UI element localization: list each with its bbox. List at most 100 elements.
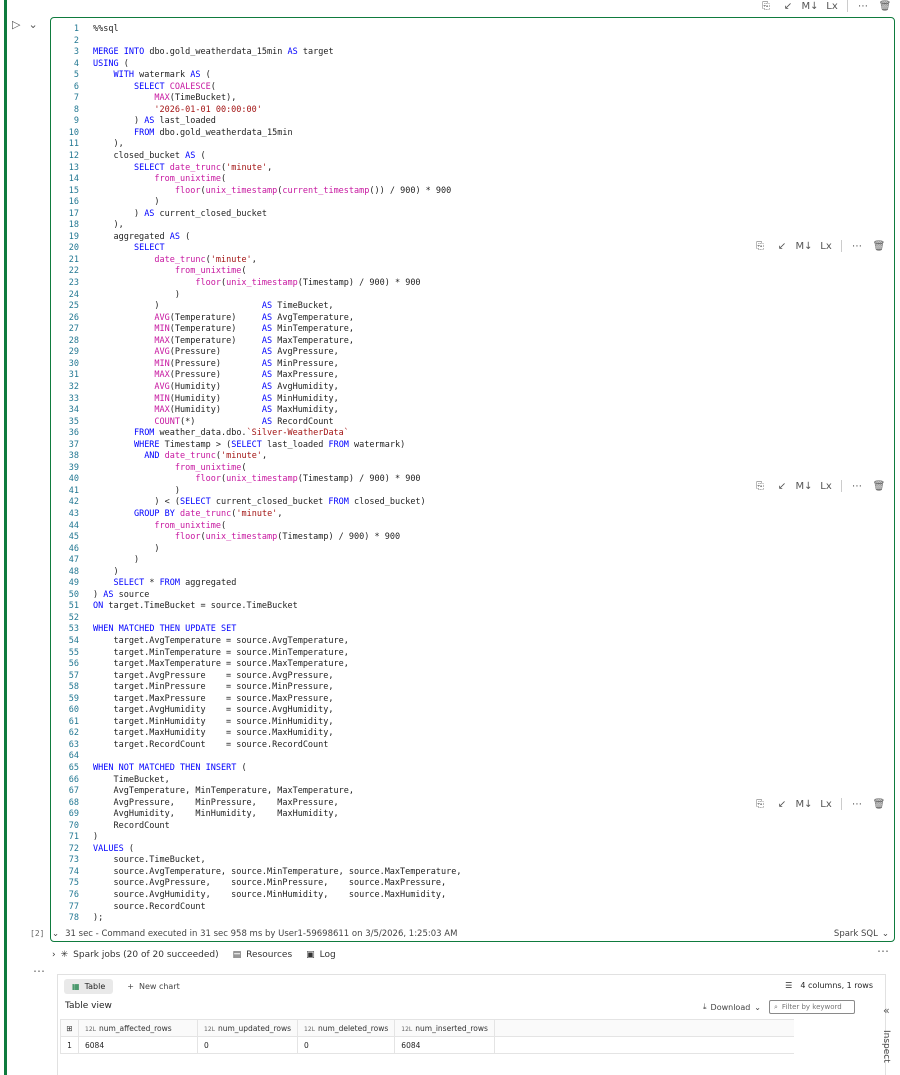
code-text[interactable]: WITH watermark AS ( xyxy=(93,70,210,82)
code-text[interactable]: target.MaxPressure = source.MaxPressure, xyxy=(93,694,333,706)
code-text[interactable]: ); xyxy=(93,913,103,925)
code-text[interactable]: target.AvgHumidity = source.AvgHumidity, xyxy=(93,705,333,717)
code-text[interactable]: SELECT date_trunc('minute', xyxy=(93,163,272,175)
code-text[interactable]: target.MinHumidity = source.MinHumidity, xyxy=(93,717,333,729)
code-line[interactable]: 23 floor(unix_timestamp(Timestamp) / 900… xyxy=(51,278,894,290)
code-text[interactable]: ) xyxy=(93,197,159,209)
code-text[interactable]: WHEN NOT MATCHED THEN INSERT ( xyxy=(93,763,247,775)
code-line[interactable]: 46 ) xyxy=(51,544,894,556)
code-text[interactable]: ) xyxy=(93,544,159,556)
code-line[interactable]: 59 target.MaxPressure = source.MaxPressu… xyxy=(51,694,894,706)
cell-language[interactable]: Spark SQL xyxy=(834,929,878,939)
code-line[interactable]: 9 ) AS last_loaded xyxy=(51,116,894,128)
code-line[interactable]: 58 target.MinPressure = source.MinPressu… xyxy=(51,682,894,694)
markdown-icon[interactable]: M↓ xyxy=(802,0,819,12)
code-line[interactable]: 24 ) xyxy=(51,290,894,302)
column-header[interactable]: 12L num_affected_rows xyxy=(78,1019,198,1037)
code-line[interactable]: 62 target.MaxHumidity = source.MaxHumidi… xyxy=(51,728,894,740)
code-text[interactable]: ) xyxy=(93,832,98,844)
code-text[interactable]: FROM weather_data.dbo.`Silver-WeatherDat… xyxy=(93,428,349,440)
code-text[interactable]: WHEN MATCHED THEN UPDATE SET xyxy=(93,624,236,636)
edit-icon[interactable]: ↙ xyxy=(775,240,789,252)
latex-icon[interactable]: Lx xyxy=(819,480,833,492)
run-cell-icon[interactable]: ▷ xyxy=(12,18,20,31)
code-text[interactable]: target.AvgPressure = source.AvgPressure, xyxy=(93,671,333,683)
log-button[interactable]: ▣ Log xyxy=(306,950,336,960)
code-line[interactable]: 75 source.AvgPressure, source.MinPressur… xyxy=(51,878,894,890)
tab-table[interactable]: ▦ Table xyxy=(64,979,114,994)
code-text[interactable]: target.AvgTemperature = source.AvgTemper… xyxy=(93,636,348,648)
code-text[interactable]: source.AvgHumidity, source.MinHumidity, … xyxy=(93,890,446,902)
code-line[interactable]: 72 VALUES ( xyxy=(51,844,894,856)
more-icon[interactable]: ⋯ xyxy=(856,0,870,12)
code-text[interactable]: VALUES ( xyxy=(93,844,134,856)
code-line[interactable]: 54 target.AvgTemperature = source.AvgTem… xyxy=(51,636,894,648)
code-text[interactable]: COUNT(*) AS RecordCount xyxy=(93,417,333,429)
latex-icon[interactable]: Lx xyxy=(825,0,839,12)
code-text[interactable]: target.MaxHumidity = source.MaxHumidity, xyxy=(93,728,333,740)
code-line[interactable]: 50) AS source xyxy=(51,590,894,602)
code-text[interactable]: AvgPressure, MinPressure, MaxPressure, xyxy=(93,798,338,810)
code-text[interactable]: ) AS TimeBucket, xyxy=(93,301,333,313)
filter-input[interactable] xyxy=(781,1003,848,1011)
code-line[interactable]: 47 ) xyxy=(51,555,894,567)
code-text[interactable]: aggregated AS ( xyxy=(93,232,190,244)
code-text[interactable]: floor(unix_timestamp(Timestamp) / 900) *… xyxy=(93,278,420,290)
code-text[interactable]: ) xyxy=(93,290,180,302)
code-line[interactable]: 70 RecordCount xyxy=(51,821,894,833)
table-cell[interactable]: 0 xyxy=(297,1036,396,1054)
code-line[interactable]: 48 ) xyxy=(51,567,894,579)
code-text[interactable]: MIN(Humidity) AS MinHumidity, xyxy=(93,394,338,406)
code-line[interactable]: 3 MERGE INTO dbo.gold_weatherdata_15min A… xyxy=(51,47,894,59)
code-line[interactable]: 33 MIN(Humidity) AS MinHumidity, xyxy=(51,394,894,406)
code-line[interactable]: 15 floor(unix_timestamp(current_timestam… xyxy=(51,186,894,198)
download-button[interactable]: ⤓ Download ⌄ xyxy=(703,1002,761,1012)
code-text[interactable]: ) < (SELECT current_closed_bucket FROM c… xyxy=(93,497,425,509)
code-text[interactable]: GROUP BY date_trunc('minute', xyxy=(93,509,282,521)
code-text[interactable]: MAX(Pressure) AS MaxPressure, xyxy=(93,370,338,382)
code-text[interactable]: AVG(Humidity) AS AvgHumidity, xyxy=(93,382,338,394)
code-text[interactable]: target.MaxTemperature = source.MaxTemper… xyxy=(93,659,348,671)
spark-jobs-toggle[interactable]: › ✳ Spark jobs (20 of 20 succeeded) xyxy=(52,950,219,960)
spark-more-icon[interactable]: ⋯ xyxy=(877,944,890,958)
code-line[interactable]: 21 date_trunc('minute', xyxy=(51,255,894,267)
code-line[interactable]: 57 target.AvgPressure = source.AvgPressu… xyxy=(51,671,894,683)
more-icon[interactable]: ⋯ xyxy=(850,798,864,810)
code-line[interactable]: 42 ) < (SELECT current_closed_bucket FRO… xyxy=(51,497,894,509)
code-line[interactable]: 5 WITH watermark AS ( xyxy=(51,70,894,82)
code-text[interactable]: AVG(Pressure) AS AvgPressure, xyxy=(93,347,338,359)
code-line[interactable]: 43 GROUP BY date_trunc('minute', xyxy=(51,509,894,521)
code-line[interactable]: 29 AVG(Pressure) AS AvgPressure, xyxy=(51,347,894,359)
code-line[interactable]: 55 target.MinTemperature = source.MinTem… xyxy=(51,648,894,660)
code-line[interactable]: 76 source.AvgHumidity, source.MinHumidit… xyxy=(51,890,894,902)
code-line[interactable]: 35 COUNT(*) AS RecordCount xyxy=(51,417,894,429)
code-text[interactable]: from_unixtime( xyxy=(93,174,226,186)
code-line[interactable]: 22 from_unixtime( xyxy=(51,266,894,278)
code-text[interactable]: ) AS last_loaded xyxy=(93,116,216,128)
code-text[interactable]: ) xyxy=(93,486,180,498)
code-line[interactable]: 73 source.TimeBucket, xyxy=(51,855,894,867)
code-line[interactable]: 38 AND date_trunc('minute', xyxy=(51,451,894,463)
code-line[interactable]: 64 xyxy=(51,751,894,763)
table-cell[interactable]: 6084 xyxy=(78,1036,198,1054)
collapse-output-chevron-icon[interactable]: ⌄ xyxy=(52,929,59,939)
more-icon[interactable]: ⋯ xyxy=(850,240,864,252)
code-line[interactable]: 56 target.MaxTemperature = source.MaxTem… xyxy=(51,659,894,671)
code-line[interactable]: 14 from_unixtime( xyxy=(51,174,894,186)
code-line[interactable]: 45 floor(unix_timestamp(Timestamp) / 900… xyxy=(51,532,894,544)
code-line[interactable]: 66 TimeBucket, xyxy=(51,775,894,787)
delete-icon[interactable]: 🗑 xyxy=(872,240,886,252)
code-text[interactable]: FROM dbo.gold_weatherdata_15min xyxy=(93,128,293,140)
code-line[interactable]: 7 MAX(TimeBucket), xyxy=(51,93,894,105)
code-text[interactable]: from_unixtime( xyxy=(93,521,226,533)
copilot-icon[interactable]: ⎘ xyxy=(753,798,767,810)
code-line[interactable]: 17 ) AS current_closed_bucket xyxy=(51,209,894,221)
code-text[interactable]: from_unixtime( xyxy=(93,463,247,475)
code-text[interactable]: MAX(Humidity) AS MaxHumidity, xyxy=(93,405,338,417)
column-header[interactable]: 12L num_inserted_rows xyxy=(394,1019,495,1037)
code-text[interactable]: source.TimeBucket, xyxy=(93,855,205,867)
filter-lines-icon[interactable]: ☰ xyxy=(785,981,792,990)
inspect-panel-toggle[interactable]: « Inspect xyxy=(878,1000,900,1075)
code-text[interactable]: TimeBucket, xyxy=(93,775,169,787)
code-line[interactable]: 30 MIN(Pressure) AS MinPressure, xyxy=(51,359,894,371)
